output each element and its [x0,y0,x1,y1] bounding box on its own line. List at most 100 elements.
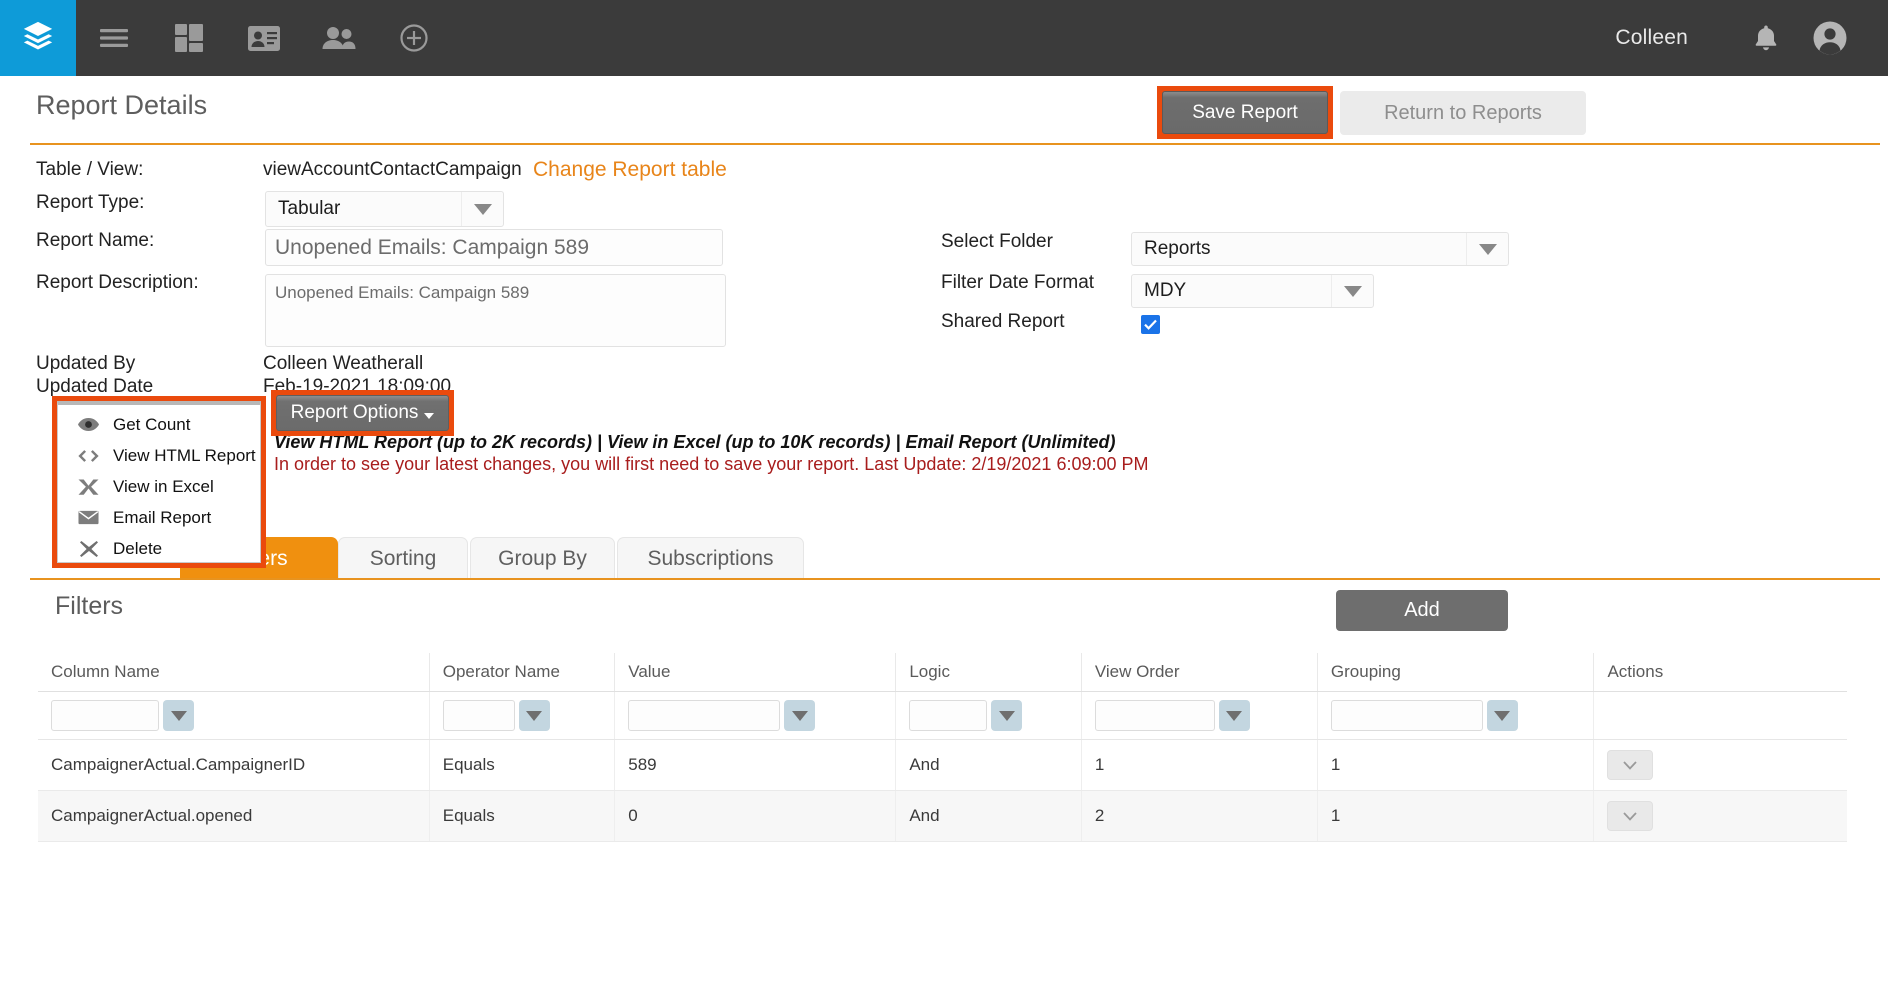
excel-x-icon [78,478,99,495]
caret-down-icon [424,413,435,419]
updated-by-value: Colleen Weatherall [263,353,424,374]
menu-item-delete[interactable]: Delete [58,533,260,564]
filter-date-format-value: MDY [1144,280,1187,301]
save-report-button[interactable]: Save Report [1162,91,1328,134]
save-report-highlight: Save Report [1157,86,1333,139]
top-navigation-bar: Colleen [0,0,1888,76]
menu-item-label: View HTML Report [113,445,256,465]
updated-date-label: Updated Date [36,376,154,397]
user-name-label[interactable]: Colleen [1615,26,1688,50]
change-report-table-link[interactable]: Change Report table [533,158,727,182]
table-row[interactable]: CampaignerActual.CampaignerID Equals 589… [38,739,1847,791]
chevron-down-icon[interactable] [1218,700,1250,731]
filter-grouping: 1 [1317,790,1595,842]
chevron-down-icon[interactable] [518,700,550,731]
chevron-down-icon[interactable] [1486,700,1518,731]
new-filter-value-cell [614,691,897,740]
updated-by-label: Updated By [36,353,136,374]
return-to-reports-button[interactable]: Return to Reports [1340,91,1586,135]
people-icon[interactable] [301,0,376,76]
table-row[interactable]: CampaignerActual.opened Equals 0 And 2 1 [38,790,1847,842]
chevron-down-icon[interactable] [784,700,816,731]
add-filter-button[interactable]: Add [1336,590,1508,631]
tab-subscriptions[interactable]: Subscriptions [617,537,804,579]
report-description-value: Unopened Emails: Campaign 589 [275,283,530,302]
new-filter-view-order-input[interactable] [1094,700,1215,731]
filter-value: 0 [614,790,897,842]
new-filter-grouping-input[interactable] [1330,700,1483,731]
menu-item-label: Delete [113,538,163,558]
new-filter-grouping-cell [1317,691,1595,740]
new-filter-column-name-input[interactable] [51,700,159,731]
menu-item-get-count[interactable]: Get Count [58,409,260,440]
chevron-down-icon[interactable] [461,192,503,226]
filter-actions-cell [1593,739,1847,791]
report-name-label: Report Name: [36,230,155,251]
filter-date-format-select[interactable]: MDY [1131,274,1374,308]
new-filter-view-order-cell [1081,691,1318,740]
account-circle-icon[interactable] [1798,0,1862,76]
chevron-down-icon[interactable] [991,700,1023,731]
col-header-grouping: Grouping [1317,653,1595,692]
filter-view-order: 2 [1081,790,1318,842]
dashboard-grid-icon[interactable] [151,0,226,76]
new-filter-actions-cell [1593,691,1847,740]
row-expand-button[interactable] [1607,801,1654,831]
add-circle-icon[interactable] [376,0,451,76]
header-divider [30,143,1880,145]
filter-grouping: 1 [1317,739,1595,791]
report-options-menu-highlight: Get Count View HTML Report View in Excel… [52,396,266,568]
nav-right-group: Colleen [1615,0,1888,76]
menu-item-view-html-report[interactable]: View HTML Report [58,440,260,471]
report-type-select[interactable]: Tabular [265,191,504,227]
shared-report-checkbox[interactable] [1141,315,1160,334]
table-view-value: viewAccountContactCampaign [263,159,522,180]
new-filter-logic-input[interactable] [909,700,988,731]
code-brackets-icon [78,449,99,463]
chevron-down-icon[interactable] [1466,233,1508,265]
chevron-down-icon[interactable] [1331,275,1373,307]
new-filter-value-input[interactable] [628,700,781,731]
report-description-label: Report Description: [36,272,199,293]
chevron-down-icon[interactable] [163,700,194,731]
nav-icon-group [76,0,451,76]
page-title: Report Details [36,90,208,120]
report-name-input[interactable]: Unopened Emails: Campaign 589 [265,229,723,266]
filters-table: Column Name Operator Name Value Logic Vi… [38,653,1847,842]
filter-date-format-label: Filter Date Format [941,272,1095,293]
layers-icon [21,19,55,58]
menu-item-email-report[interactable]: Email Report [58,502,260,533]
report-options-menu: Get Count View HTML Report View in Excel… [57,401,261,563]
filter-actions-cell [1593,790,1847,842]
eye-icon [78,418,99,431]
report-description-textarea[interactable]: Unopened Emails: Campaign 589 [265,274,726,347]
filter-view-order: 1 [1081,739,1318,791]
tab-group-by[interactable]: Group By [470,537,615,579]
filter-value: 589 [614,739,897,791]
filter-column-name: CampaignerActual.CampaignerID [38,739,430,791]
table-view-label: Table / View: [36,159,144,180]
new-filter-logic-cell [895,691,1082,740]
report-options-button[interactable]: Report Options [276,395,449,431]
envelope-icon [78,510,99,525]
filter-operator-name: Equals [429,739,616,791]
report-options-highlight: Report Options [271,390,454,436]
new-filter-column-name-cell [38,691,430,740]
filter-logic: And [895,739,1082,791]
report-type-value: Tabular [278,198,341,219]
app-logo[interactable] [0,0,76,76]
new-filter-operator-input[interactable] [442,700,515,731]
save-warning-text: In order to see your latest changes, you… [274,454,1149,474]
notification-bell-icon[interactable] [1734,0,1798,76]
table-header-row: Column Name Operator Name Value Logic Vi… [38,653,1847,692]
row-expand-button[interactable] [1607,750,1654,780]
contact-card-icon[interactable] [226,0,301,76]
tab-sorting[interactable]: Sorting [338,537,468,579]
select-folder-label: Select Folder [941,231,1053,252]
menu-item-view-in-excel[interactable]: View in Excel [58,471,260,502]
hamburger-menu-icon[interactable] [76,0,151,76]
select-folder-select[interactable]: Reports [1131,232,1509,266]
tab-bar: Filters Sorting Group By Subscriptions [30,537,1880,579]
select-folder-value: Reports [1144,238,1211,259]
new-filter-row [38,691,1847,740]
